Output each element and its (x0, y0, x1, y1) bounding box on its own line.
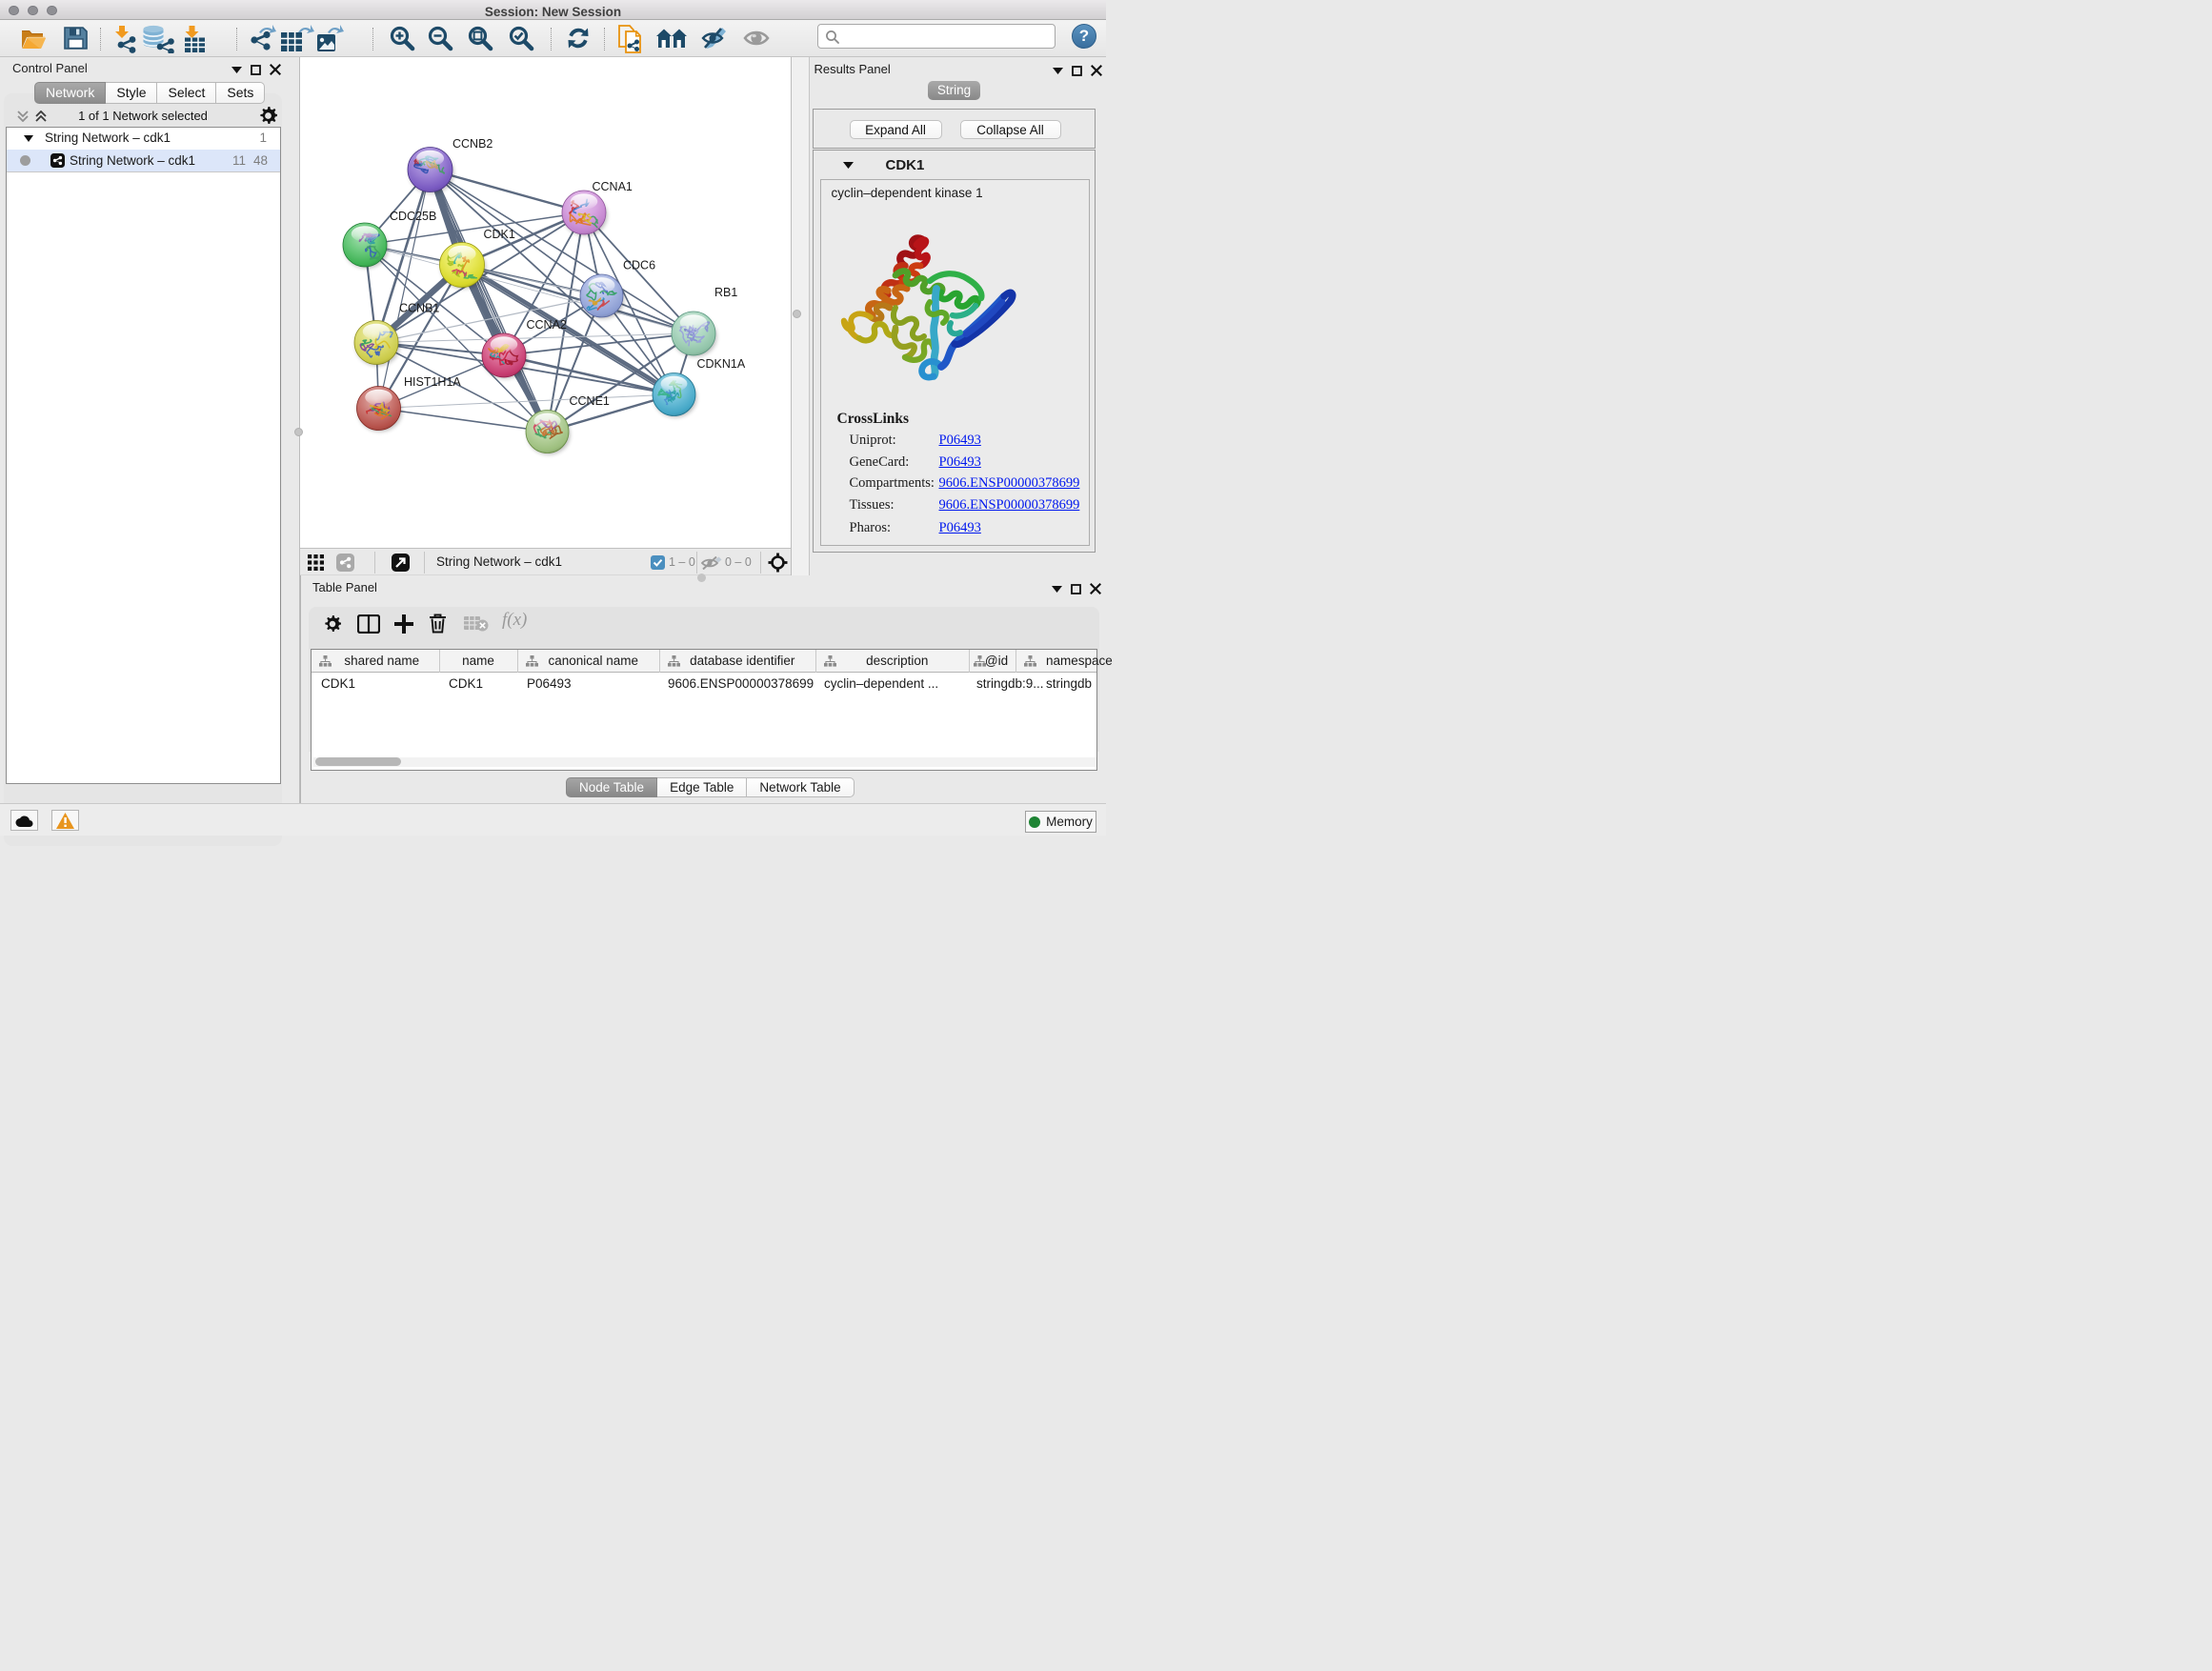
svg-text:CCNA1: CCNA1 (593, 180, 633, 193)
svg-text:CCNE1: CCNE1 (570, 394, 610, 408)
svg-text:CDK1: CDK1 (484, 228, 515, 241)
svg-text:HIST1H1A: HIST1H1A (404, 375, 461, 389)
svg-text:CDKN1A: CDKN1A (697, 357, 746, 371)
svg-text:CCNB1: CCNB1 (399, 302, 439, 315)
svg-text:CDC6: CDC6 (623, 259, 655, 272)
svg-text:CCNB2: CCNB2 (452, 137, 493, 151)
svg-text:CCNA2: CCNA2 (527, 318, 567, 332)
svg-text:CDC25B: CDC25B (390, 210, 436, 223)
svg-text:RB1: RB1 (714, 286, 737, 299)
